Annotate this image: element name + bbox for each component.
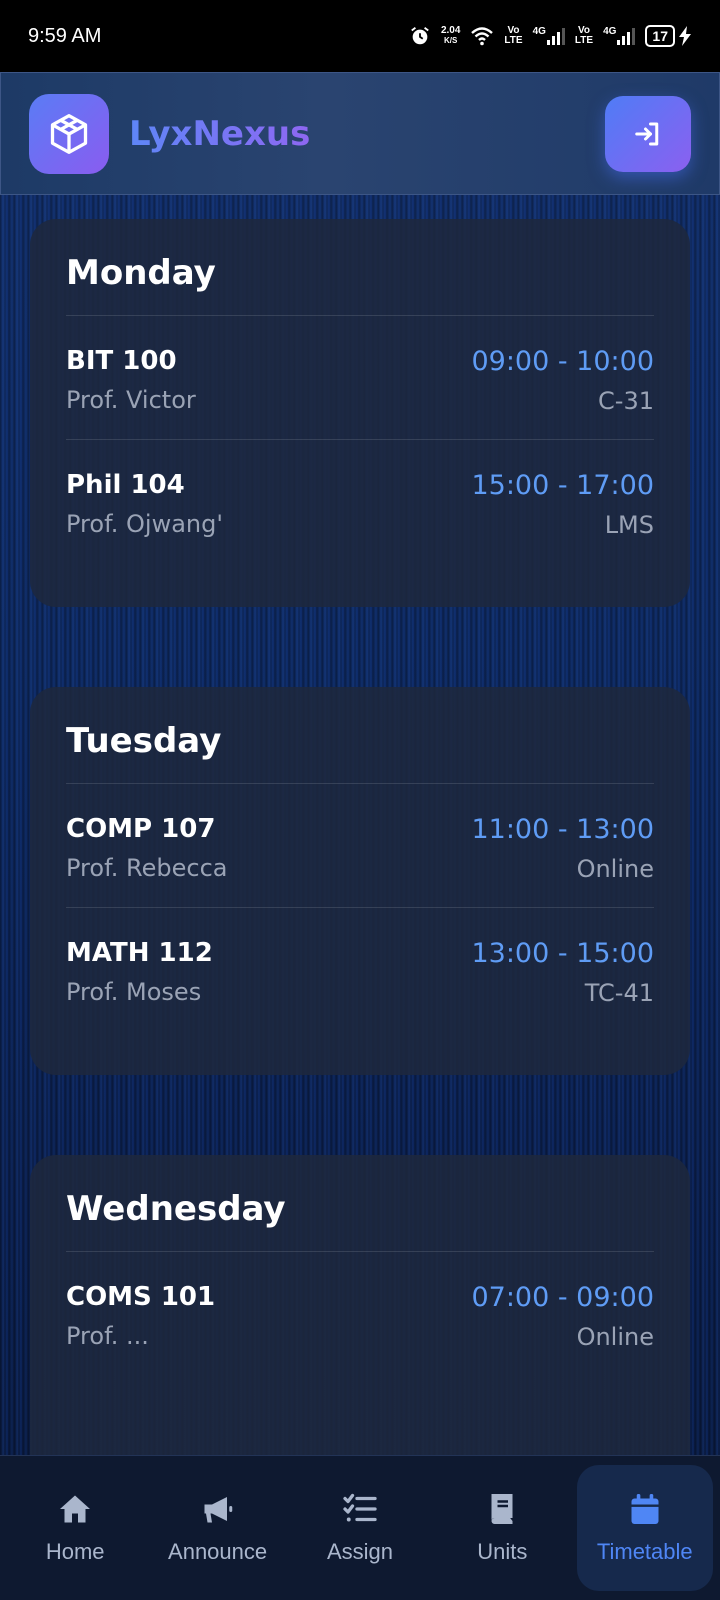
calendar-icon (631, 1494, 659, 1524)
signal-icon (546, 28, 565, 45)
course-code: Phil 104 (66, 470, 185, 500)
signal-icon (617, 28, 636, 45)
cube-icon (50, 113, 88, 154)
app-brand-name: LyxNexus (129, 113, 311, 154)
signal-2: 4G (603, 26, 636, 45)
nav-label: Home (45, 1539, 105, 1564)
status-bar: 9:59 AM 2.04 K/S Vo LTE 4G Vo LTE 4G 17 (0, 0, 720, 72)
wifi-icon (471, 27, 494, 46)
session-room: C-31 (598, 387, 654, 415)
network-speed-value: 2.04 (440, 25, 461, 36)
nav-label: Announce (168, 1539, 268, 1564)
course-code: BIT 100 (66, 346, 177, 376)
status-time: 9:59 AM (28, 24, 102, 47)
timetable-content[interactable]: Monday BIT 100 Prof. Victor 09:00 - 10:0… (0, 195, 720, 1455)
alarm-icon (411, 27, 429, 45)
app-header: LyxNexus (0, 72, 720, 195)
sign-in-icon (635, 122, 659, 146)
lecturer-name: Prof. ... (66, 1322, 149, 1350)
session-time: 07:00 - 09:00 (471, 1282, 654, 1313)
lecturer-name: Prof. Moses (66, 978, 202, 1006)
battery-indicator: 17 (645, 25, 692, 47)
session-room: Online (576, 1323, 654, 1351)
session-time: 11:00 - 13:00 (471, 814, 654, 845)
volte-2: Vo LTE (575, 26, 593, 46)
day-card-tuesday: Tuesday COMP 107 Prof. Rebecca 11:00 - 1… (30, 687, 690, 1075)
session-time: 09:00 - 10:00 (471, 346, 654, 377)
signal-2-gen: 4G (603, 26, 617, 37)
book-icon (491, 1494, 513, 1524)
login-button[interactable] (605, 96, 691, 172)
signal-1-gen: 4G (532, 26, 546, 37)
day-title: Monday (66, 253, 654, 316)
session-time: 13:00 - 15:00 (471, 938, 654, 969)
volte-1-bottom: LTE (504, 35, 523, 46)
megaphone-icon (204, 1497, 232, 1523)
session-row[interactable]: COMS 101 Prof. ... 07:00 - 09:00 Online (66, 1252, 654, 1375)
session-room: TC-41 (584, 979, 654, 1007)
session-row[interactable]: MATH 112 Prof. Moses 13:00 - 15:00 TC-41 (66, 908, 654, 1031)
session-row[interactable]: COMP 107 Prof. Rebecca 11:00 - 13:00 Onl… (66, 784, 654, 908)
nav-label: Timetable (596, 1539, 693, 1564)
day-title: Tuesday (66, 721, 654, 784)
volte-1: Vo LTE (504, 26, 522, 46)
network-speed: 2.04 K/S (441, 26, 460, 46)
course-code: MATH 112 (66, 938, 213, 968)
day-card-monday: Monday BIT 100 Prof. Victor 09:00 - 10:0… (30, 219, 690, 607)
lecturer-name: Prof. Rebecca (66, 854, 228, 882)
session-time: 15:00 - 17:00 (471, 470, 654, 501)
nav-units[interactable]: Units (434, 1465, 570, 1591)
nav-home[interactable]: Home (7, 1465, 143, 1591)
nav-label: Units (477, 1539, 528, 1564)
signal-1: 4G (533, 27, 565, 45)
lecturer-name: Prof. Ojwang' (66, 510, 223, 538)
course-code: COMP 107 (66, 814, 216, 844)
app-logo[interactable] (29, 93, 109, 174)
course-code: COMS 101 (66, 1282, 216, 1312)
status-icons: 2.04 K/S Vo LTE 4G Vo LTE 4G 17 (409, 25, 692, 47)
lecturer-name: Prof. Victor (66, 386, 196, 414)
network-speed-unit: K/S (444, 36, 458, 45)
bottom-navigation: Home Announce Assign Units Timetable (0, 1455, 720, 1600)
day-card-wednesday: Wednesday COMS 101 Prof. ... 07:00 - 09:… (30, 1155, 690, 1455)
session-row[interactable]: Phil 104 Prof. Ojwang' 15:00 - 17:00 LMS (66, 440, 654, 563)
nav-assign[interactable]: Assign (292, 1465, 428, 1591)
session-room: Online (576, 855, 654, 883)
home-icon (60, 1495, 91, 1523)
task-list-icon (343, 1493, 377, 1522)
nav-announce[interactable]: Announce (150, 1465, 286, 1591)
nav-timetable[interactable]: Timetable (576, 1465, 713, 1591)
nav-label: Assign (326, 1539, 393, 1564)
day-title: Wednesday (66, 1189, 654, 1252)
session-row[interactable]: BIT 100 Prof. Victor 09:00 - 10:00 C-31 (66, 316, 654, 440)
battery-icon: 17 (645, 25, 675, 47)
charging-icon (679, 26, 691, 46)
session-room: LMS (604, 511, 654, 539)
volte-2-bottom: LTE (574, 35, 594, 46)
